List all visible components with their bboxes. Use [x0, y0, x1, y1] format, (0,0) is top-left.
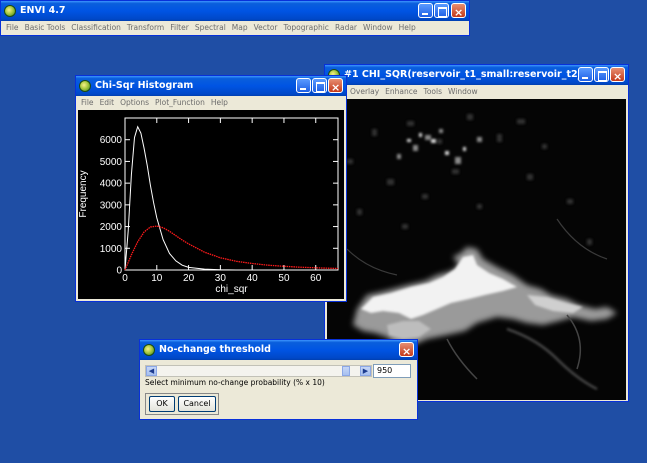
envi-main-menubar: File Basic Tools Classification Transform Fi… [3, 21, 467, 34]
menu-filter[interactable]: Filter [170, 23, 189, 32]
y-tick-label: 0 [116, 266, 122, 277]
slider-thumb[interactable] [342, 366, 351, 376]
button-group: OK Cancel [145, 393, 219, 415]
close-icon[interactable]: × [399, 342, 414, 358]
image-window-title: #1 CHI_SQR(reservoir_t1_small:reservoir_… [344, 69, 580, 80]
maximize-icon[interactable] [594, 67, 609, 82]
y-tick-label: 2000 [100, 222, 123, 233]
menu-basic-tools[interactable]: Basic Tools [25, 23, 66, 32]
minimize-icon[interactable] [578, 67, 593, 82]
chevron-left-icon[interactable]: ◀ [146, 366, 157, 376]
menu-edit[interactable]: Edit [100, 98, 115, 107]
close-icon[interactable]: × [328, 78, 343, 94]
image-window-menubar: Overlay Enhance Tools Window [347, 85, 626, 98]
menu-file[interactable]: File [81, 98, 94, 107]
menu-radar[interactable]: Radar [335, 23, 357, 32]
menu-map[interactable]: Map [232, 23, 248, 32]
plot-frame [124, 117, 339, 271]
threshold-prompt: Select minimum no-change probability (% … [145, 378, 325, 387]
x-tick-label: 40 [247, 273, 259, 284]
menu-enhance[interactable]: Enhance [385, 87, 417, 96]
y-tick-label: 4000 [100, 179, 123, 190]
dialog-titlebar[interactable]: No-change threshold × [140, 340, 417, 360]
cancel-button[interactable]: Cancel [178, 396, 216, 412]
envi-main-window: ENVI 4.7 × File Basic Tools Classification… [0, 0, 470, 36]
histogram-window: Chi-Sqr Histogram × File Edit Options Plot_… [75, 75, 347, 302]
threshold-value-input[interactable]: 950 [373, 364, 411, 378]
envi-main-title: ENVI 4.7 [20, 5, 66, 16]
theoretical-curve [124, 125, 338, 271]
y-tick-label: 5000 [100, 157, 123, 168]
menu-window[interactable]: Window [448, 87, 478, 96]
menu-window[interactable]: Window [363, 23, 393, 32]
histogram-title: Chi-Sqr Histogram [95, 80, 194, 91]
menu-transform[interactable]: Transform [127, 23, 164, 32]
x-tick-label: 0 [122, 273, 128, 284]
histogram-titlebar[interactable]: Chi-Sqr Histogram × [76, 76, 346, 96]
menu-overlay[interactable]: Overlay [350, 87, 379, 96]
histogram-menubar: File Edit Options Plot_Function Help [78, 96, 344, 109]
chevron-right-icon[interactable]: ▶ [360, 366, 371, 376]
menu-topographic[interactable]: Topographic [284, 23, 329, 32]
empirical-curve [124, 225, 339, 271]
x-tick-label: 60 [310, 273, 322, 284]
menu-plot-function[interactable]: Plot_Function [155, 98, 205, 107]
close-icon[interactable]: × [610, 67, 625, 83]
image-window-titlebar[interactable]: #1 CHI_SQR(reservoir_t1_small:reservoir_… [325, 65, 628, 85]
y-tick-label: 6000 [100, 135, 123, 146]
y-axis-label: Frequency [78, 170, 89, 217]
histogram-chart: 0 10 20 30 40 50 60 0 1000 2000 3000 4000 5000 6000 ch… [78, 117, 339, 295]
x-tick-label: 20 [183, 273, 195, 284]
dialog-title: No-change threshold [159, 344, 271, 355]
menu-tools[interactable]: Tools [424, 87, 442, 96]
menu-spectral[interactable]: Spectral [195, 23, 226, 32]
menu-vector[interactable]: Vector [254, 23, 278, 32]
envi-main-titlebar[interactable]: ENVI 4.7 × [1, 1, 469, 21]
envi-globe-icon [143, 344, 155, 356]
ok-button[interactable]: OK [149, 396, 175, 412]
menu-help[interactable]: Help [399, 23, 416, 32]
menu-file[interactable]: File [6, 23, 19, 32]
envi-globe-icon [79, 80, 91, 92]
minimize-icon[interactable] [296, 78, 311, 93]
threshold-slider[interactable]: ◀ ▶ [145, 365, 372, 377]
x-tick-label: 30 [215, 273, 227, 284]
maximize-icon[interactable] [434, 3, 449, 18]
envi-globe-icon [4, 5, 16, 17]
menu-help[interactable]: Help [211, 98, 228, 107]
menu-classification[interactable]: Classification [71, 23, 121, 32]
menu-options[interactable]: Options [120, 98, 149, 107]
minimize-icon[interactable] [418, 3, 433, 18]
close-icon[interactable]: × [451, 3, 466, 19]
maximize-icon[interactable] [312, 78, 327, 93]
threshold-dialog: No-change threshold × ◀ ▶ 950 Select min… [139, 339, 418, 420]
y-tick-label: 1000 [100, 244, 123, 255]
x-axis-label: chi_sqr [215, 284, 248, 295]
x-tick-label: 10 [151, 273, 163, 284]
x-tick-label: 50 [278, 273, 290, 284]
histogram-plot[interactable]: 0 10 20 30 40 50 60 0 1000 2000 3000 4000 5000 6000 ch… [78, 110, 344, 299]
y-tick-label: 3000 [100, 200, 123, 211]
